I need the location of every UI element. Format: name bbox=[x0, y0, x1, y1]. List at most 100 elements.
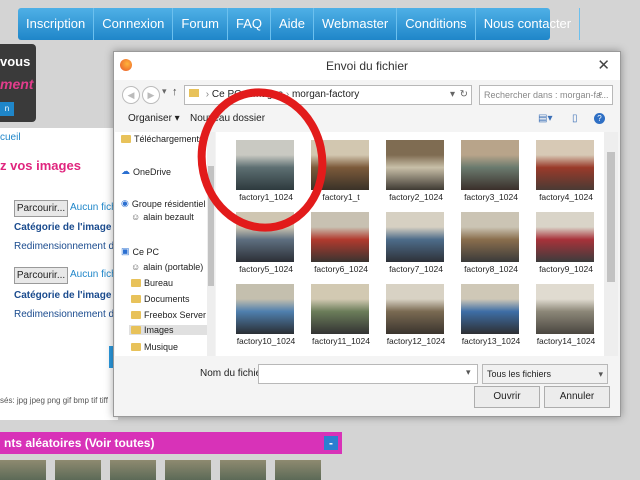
nav-aide[interactable]: Aide bbox=[271, 8, 315, 40]
file-name: factory4_1024 bbox=[539, 192, 593, 202]
nav-freebox-server[interactable]: Freebox Server bbox=[131, 310, 206, 320]
organize-button[interactable]: Organiser ▾ bbox=[128, 113, 180, 124]
nav-scrollbar-thumb[interactable] bbox=[208, 166, 214, 286]
chevron-down-icon: ▾ bbox=[598, 369, 603, 379]
file-name: factory2_1024 bbox=[389, 192, 443, 202]
random-thumb[interactable] bbox=[55, 460, 101, 480]
browse-button-1[interactable]: Parcourir... bbox=[14, 200, 68, 217]
user-icon: ☺ bbox=[131, 262, 141, 272]
open-button[interactable]: Ouvrir bbox=[474, 386, 540, 408]
file-name: factory12_1024 bbox=[386, 336, 446, 346]
address-bar[interactable]: › Ce PC › Images › morgan-factory ▾ ↻ bbox=[184, 85, 472, 105]
file-item[interactable]: factory6_1024 bbox=[305, 208, 377, 278]
nav-alain-bezault[interactable]: ☺ alain bezault bbox=[131, 212, 194, 222]
file-item[interactable]: factory14_1024 bbox=[530, 280, 602, 350]
nav-bureau[interactable]: Bureau bbox=[131, 278, 173, 288]
image-thumbnail bbox=[386, 212, 444, 262]
file-item[interactable]: factory11_1024 bbox=[305, 280, 377, 350]
nav-documents[interactable]: Documents bbox=[131, 294, 190, 304]
forward-icon[interactable]: ▶ bbox=[142, 86, 160, 104]
nav-onedrive[interactable]: ☁ OneDrive bbox=[121, 166, 171, 177]
new-folder-button[interactable]: Nouveau dossier bbox=[190, 113, 265, 124]
file-name: factory13_1024 bbox=[461, 336, 521, 346]
main-nav: Inscription Connexion Forum FAQ Aide Web… bbox=[18, 8, 581, 40]
upload-panel: cueil z vos images Parcourir... Aucun fi… bbox=[0, 128, 125, 420]
nav-alain-portable[interactable]: ☺ alain (portable) bbox=[131, 262, 203, 272]
filename-dropdown-icon[interactable]: ▾ bbox=[466, 367, 471, 378]
image-thumbnail bbox=[236, 140, 294, 190]
nav-contact[interactable]: Nous contacter bbox=[476, 8, 581, 40]
file-name: factory11_1024 bbox=[312, 336, 370, 346]
nav-webmaster[interactable]: Webmaster bbox=[314, 8, 398, 40]
recent-dropdown-icon[interactable]: ▾ bbox=[162, 86, 167, 97]
promo-button[interactable]: n bbox=[0, 102, 14, 116]
file-item[interactable]: factory1_1024 bbox=[230, 136, 302, 206]
browse-button-2[interactable]: Parcourir... bbox=[14, 267, 68, 284]
path-ce-pc[interactable]: Ce PC bbox=[212, 89, 241, 100]
category-label-2: Catégorie de l'image : bbox=[14, 290, 118, 301]
file-name: factory1_1024 bbox=[239, 192, 293, 202]
nav-groupe-residentiel[interactable]: ◉ Groupe résidentiel bbox=[121, 198, 205, 209]
dialog-titlebar: Envoi du fichier ✕ bbox=[114, 52, 620, 80]
random-thumb[interactable] bbox=[110, 460, 156, 480]
folder-icon bbox=[131, 295, 141, 303]
up-icon[interactable]: ↑ bbox=[172, 86, 178, 98]
file-item[interactable]: factory3_1024 bbox=[455, 136, 527, 206]
file-item[interactable]: factory1_t bbox=[305, 136, 377, 206]
file-name: factory9_1024 bbox=[539, 264, 593, 274]
nav-musique[interactable]: Musique bbox=[131, 342, 178, 352]
search-input[interactable]: Rechercher dans : morgan-fa... bbox=[479, 85, 613, 105]
file-item[interactable]: factory5_1024 bbox=[230, 208, 302, 278]
image-thumbnail bbox=[461, 284, 519, 334]
file-item[interactable]: factory7_1024 bbox=[380, 208, 452, 278]
file-name: factory14_1024 bbox=[536, 336, 596, 346]
nav-images[interactable]: Images bbox=[129, 325, 207, 335]
random-images-bar: nts aléatoires (Voir toutes) - bbox=[0, 432, 342, 454]
nav-conditions[interactable]: Conditions bbox=[397, 8, 476, 40]
file-item[interactable]: factory4_1024 bbox=[530, 136, 602, 206]
file-name: factory7_1024 bbox=[389, 264, 443, 274]
random-images-title[interactable]: nts aléatoires (Voir toutes) bbox=[4, 436, 154, 450]
random-thumb[interactable] bbox=[165, 460, 211, 480]
file-item[interactable]: factory12_1024 bbox=[380, 280, 452, 350]
nav-faq[interactable]: FAQ bbox=[228, 8, 271, 40]
nav-ce-pc[interactable]: ▣ Ce PC bbox=[121, 246, 159, 257]
nav-forum[interactable]: Forum bbox=[173, 8, 228, 40]
file-type-select[interactable]: Tous les fichiers ▾ bbox=[482, 364, 608, 384]
path-morgan-factory[interactable]: morgan-factory bbox=[292, 89, 359, 100]
grid-scrollbar-thumb[interactable] bbox=[607, 152, 615, 282]
nav-scrollbar[interactable] bbox=[207, 132, 215, 356]
filename-input[interactable] bbox=[258, 364, 478, 384]
image-thumbnail bbox=[386, 284, 444, 334]
file-name: factory6_1024 bbox=[314, 264, 368, 274]
promo-line-1: vous bbox=[0, 54, 31, 69]
nav-inscription[interactable]: Inscription bbox=[18, 8, 95, 40]
random-thumb[interactable] bbox=[220, 460, 266, 480]
path-images[interactable]: Images bbox=[250, 89, 283, 100]
help-icon[interactable]: ? bbox=[594, 113, 605, 124]
cancel-button[interactable]: Annuler bbox=[544, 386, 610, 408]
collapse-button[interactable]: - bbox=[324, 436, 338, 450]
file-item[interactable]: factory8_1024 bbox=[455, 208, 527, 278]
file-item[interactable]: factory10_1024 bbox=[230, 280, 302, 350]
file-item[interactable]: factory13_1024 bbox=[455, 280, 527, 350]
nav-telechargements[interactable]: Téléchargements bbox=[121, 134, 204, 144]
grid-scrollbar[interactable] bbox=[604, 132, 618, 356]
file-name: factory1_t bbox=[322, 192, 360, 202]
image-thumbnail bbox=[311, 212, 369, 262]
random-thumbnails bbox=[0, 460, 340, 480]
address-dropdown-icon[interactable]: ▾ bbox=[450, 86, 455, 104]
view-options-icon[interactable]: ▤▾ bbox=[538, 113, 552, 124]
file-item[interactable]: factory2_1024 bbox=[380, 136, 452, 206]
back-icon[interactable]: ◀ bbox=[122, 86, 140, 104]
refresh-icon[interactable]: ↻ bbox=[460, 86, 468, 104]
preview-pane-icon[interactable]: ▯ bbox=[572, 113, 578, 124]
breadcrumb[interactable]: cueil bbox=[0, 132, 21, 143]
nav-connexion[interactable]: Connexion bbox=[94, 8, 174, 40]
close-icon[interactable]: ✕ bbox=[597, 56, 610, 74]
random-thumb[interactable] bbox=[275, 460, 321, 480]
random-thumb[interactable] bbox=[0, 460, 46, 480]
promo-line-2: ment bbox=[0, 76, 34, 92]
image-thumbnail bbox=[461, 140, 519, 190]
file-item[interactable]: factory9_1024 bbox=[530, 208, 602, 278]
